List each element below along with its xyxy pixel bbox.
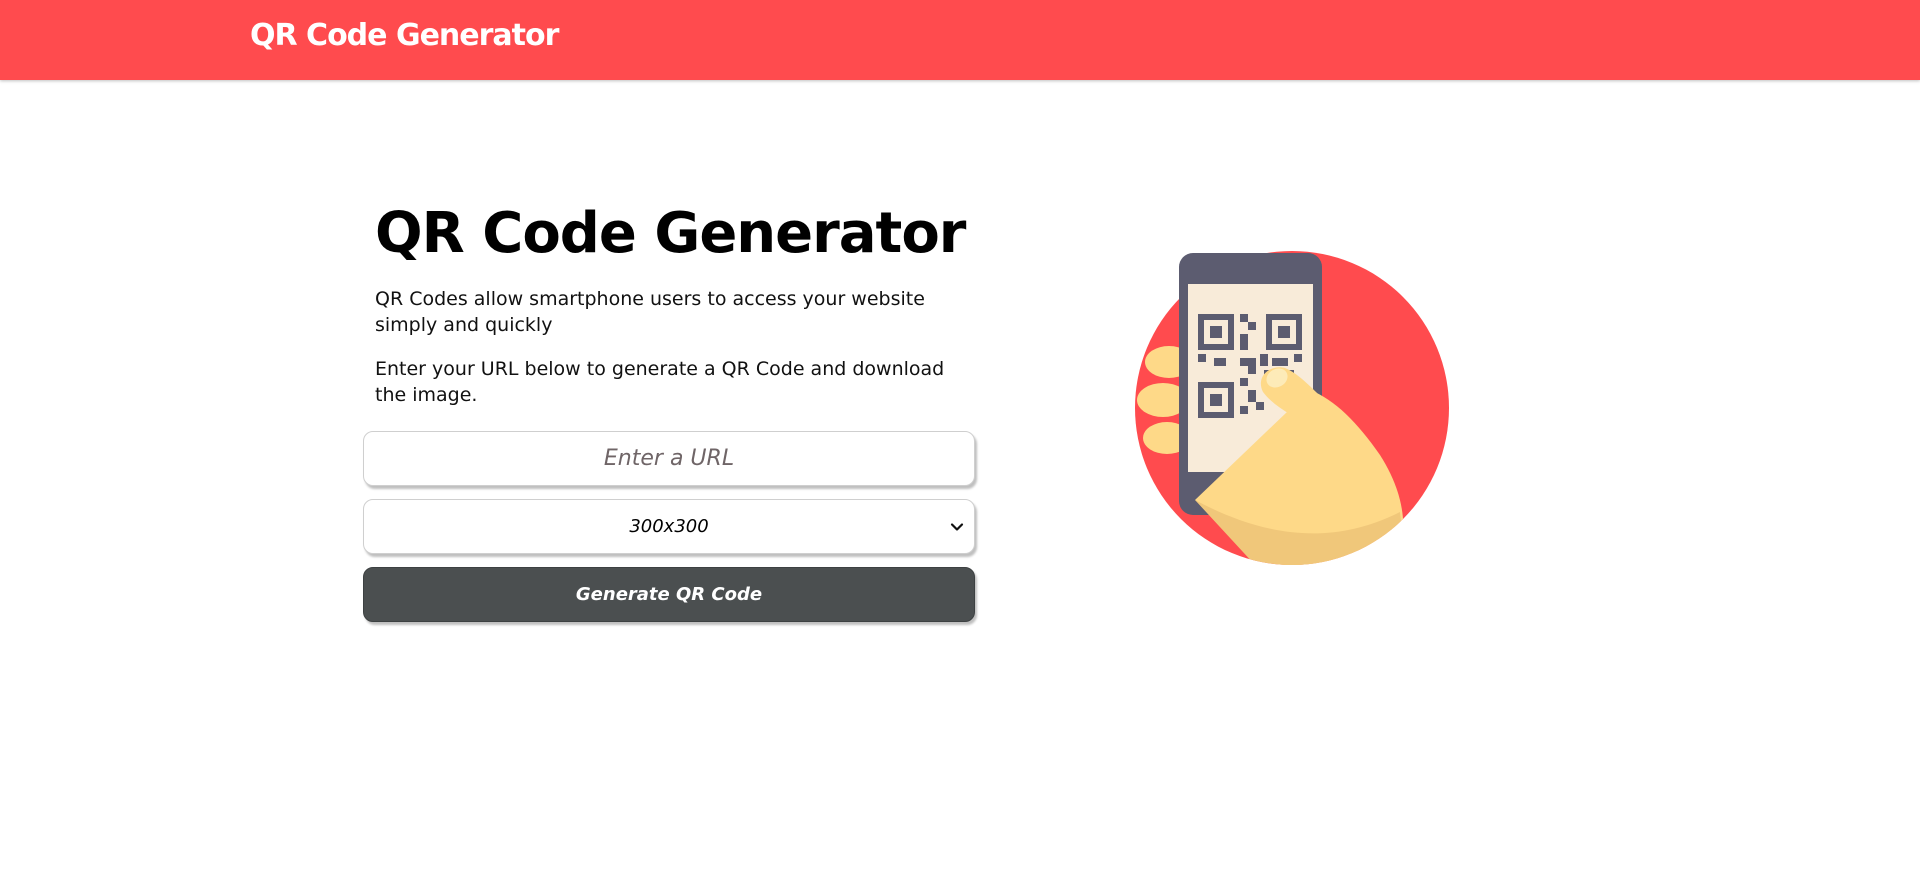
chevron-down-icon bbox=[950, 523, 964, 531]
phone-scanning-qr-icon bbox=[1135, 251, 1449, 565]
generate-qr-button[interactable]: Generate QR Code bbox=[363, 567, 975, 622]
page-title: QR Code Generator bbox=[375, 201, 966, 266]
top-navbar: QR Code Generator bbox=[0, 0, 1920, 80]
generate-qr-button-label: Generate QR Code bbox=[575, 584, 763, 605]
instruction-text: Enter your URL below to generate a QR Co… bbox=[375, 358, 945, 406]
size-select[interactable]: 300x300 bbox=[363, 499, 975, 554]
size-select-value: 300x300 bbox=[629, 516, 709, 537]
url-input[interactable] bbox=[363, 431, 975, 486]
brand-logo-text[interactable]: QR Code Generator bbox=[250, 18, 559, 54]
description-text: QR Codes allow smartphone users to acces… bbox=[375, 288, 925, 336]
intro-section: QR Code Generator QR Codes allow smartph… bbox=[375, 202, 975, 408]
